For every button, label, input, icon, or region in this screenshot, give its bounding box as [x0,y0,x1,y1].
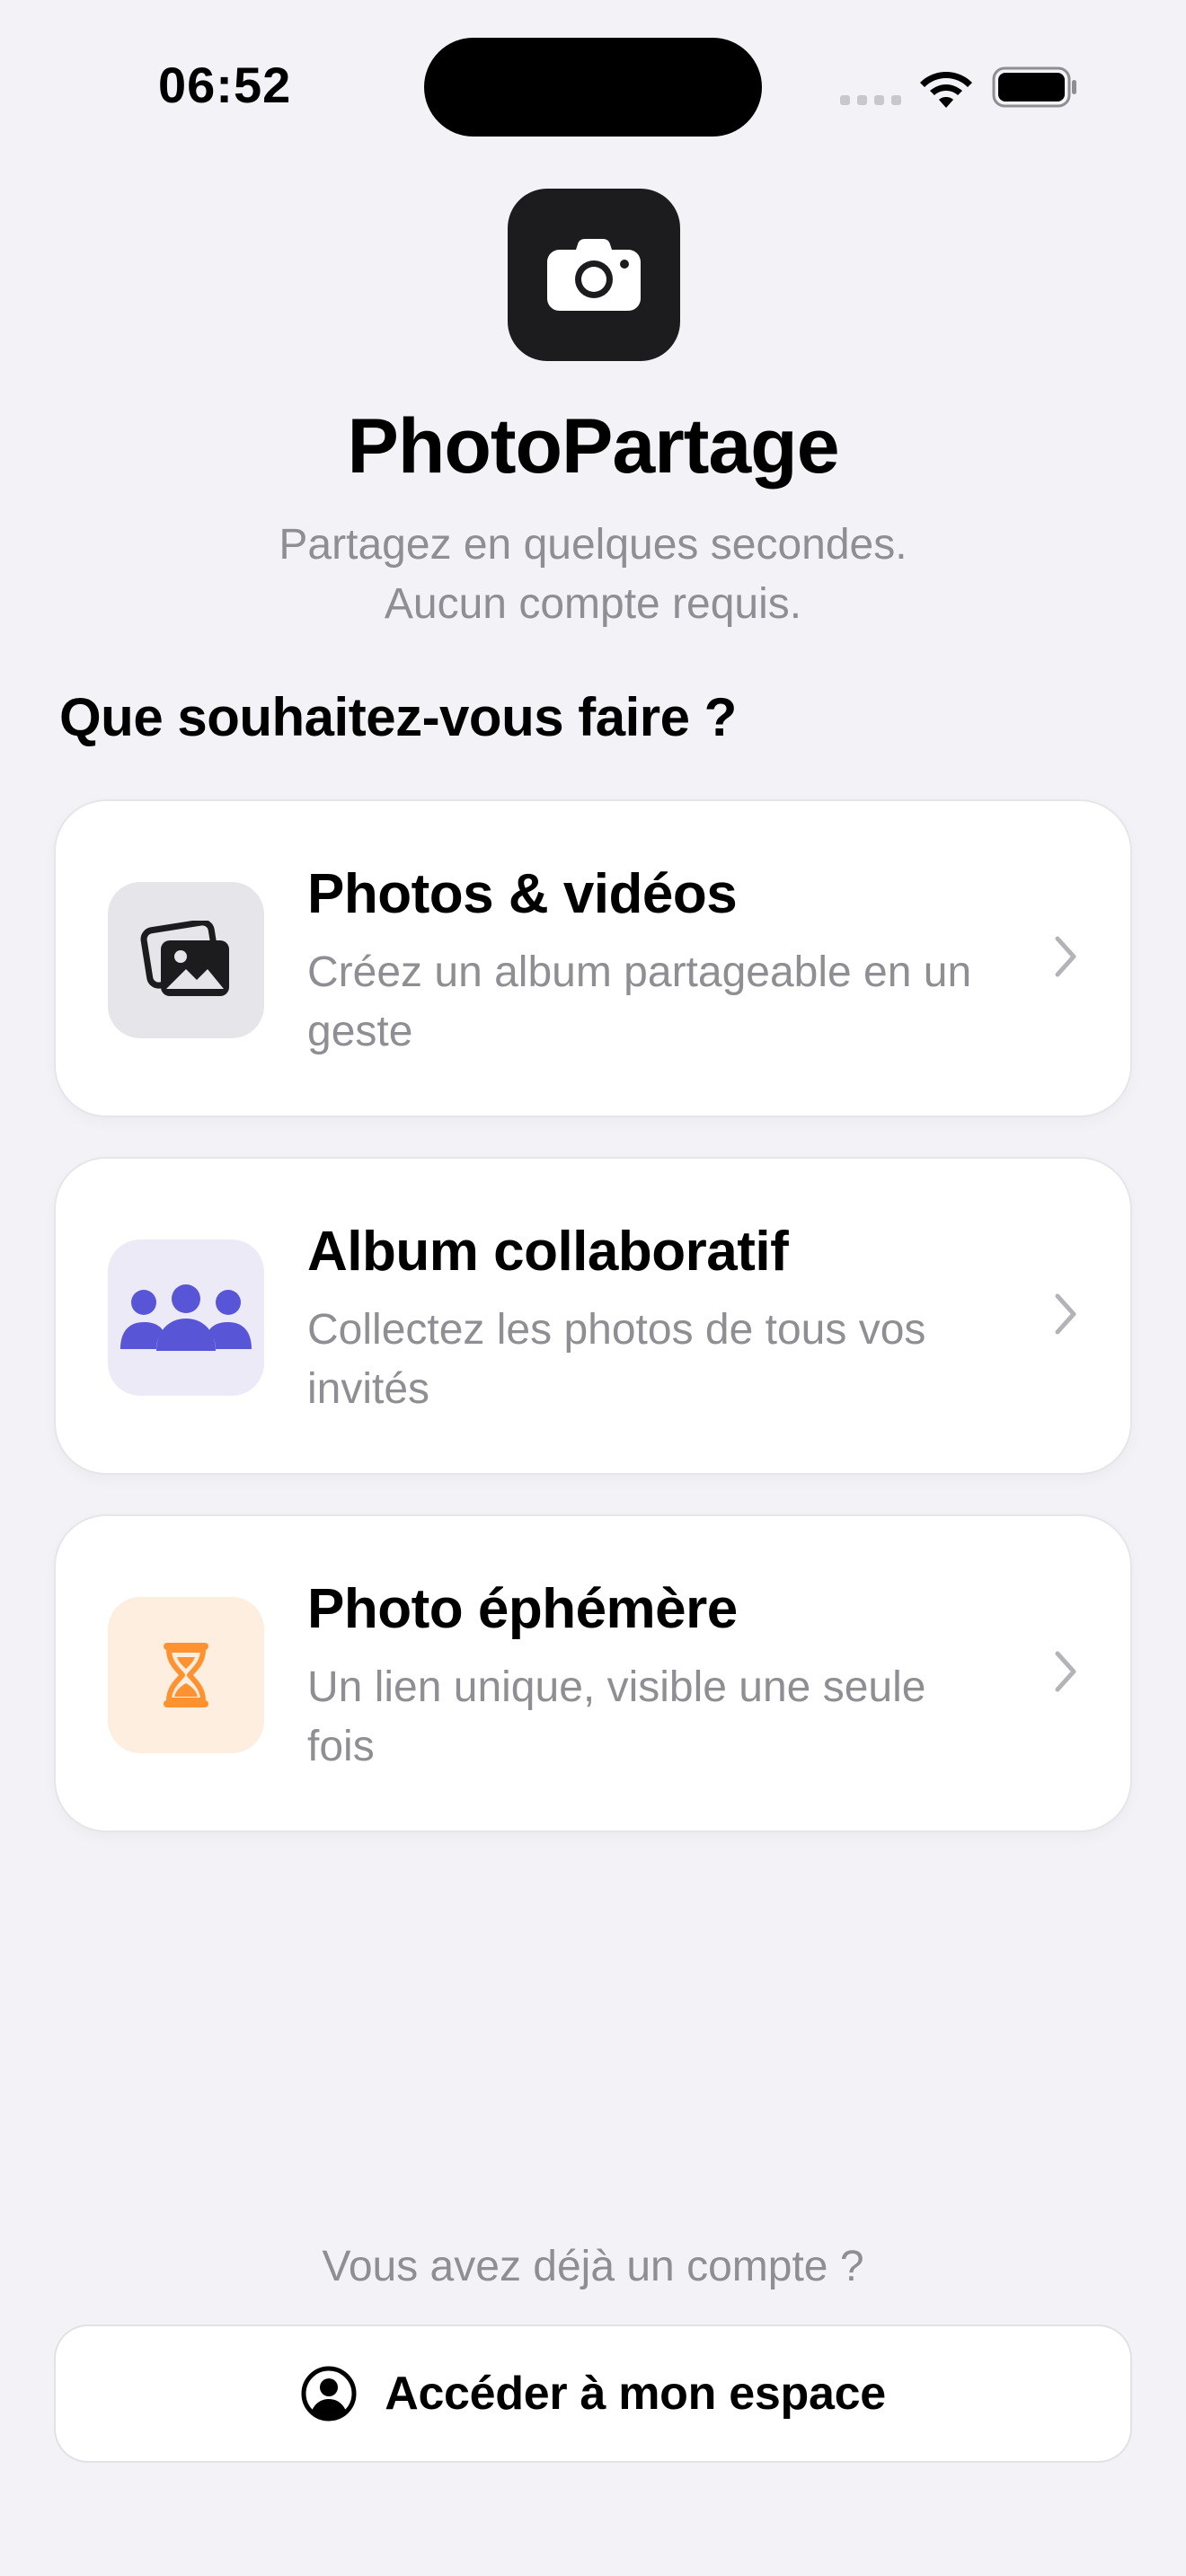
card-icon-box [108,1597,264,1753]
status-bar: 06:52 [0,0,1186,171]
chevron-right-icon [1055,936,1076,977]
option-card-photo-ephemere[interactable]: Photo éphémère Un lien unique, visible u… [56,1516,1130,1831]
card-icon-box [108,1239,264,1396]
status-time: 06:52 [158,57,292,113]
battery-icon [992,66,1076,108]
app-subtitle: Partagez en quelques secondes. Aucun com… [0,516,1186,634]
subtitle-line-1: Partagez en quelques secondes. [279,521,907,569]
dynamic-island [424,38,762,137]
card-icon-box [108,882,264,1038]
chevron-right-icon [1055,1651,1076,1692]
signal-icon [840,95,901,105]
access-account-button[interactable]: Accéder à mon espace [56,2326,1130,2461]
account-question: Vous avez déjà un compte ? [322,2243,864,2290]
card-description: Collectez les photos de tous vos invités [307,1306,926,1413]
card-title: Photo éphémère [307,1578,738,1640]
option-card-album-collaboratif[interactable]: Album collaboratif Collectez les photos … [56,1159,1130,1473]
option-card-photos-videos[interactable]: Photos & vidéos Créez un album partageab… [56,801,1130,1116]
card-description: Un lien unique, visible une seule fois [307,1663,926,1770]
camera-icon [547,239,641,311]
wifi-icon [920,72,972,108]
chevron-right-icon [1055,1293,1076,1335]
card-description: Créez un album partageable en un geste [307,948,972,1055]
person-circle-icon [301,2366,357,2422]
card-title: Photos & vidéos [307,863,738,925]
app-title: PhotoPartage [347,403,839,490]
subtitle-line-2: Aucun compte requis. [384,580,802,628]
hourglass-icon [164,1643,208,1707]
access-account-label: Accéder à mon espace [385,2368,886,2420]
app-icon [508,189,680,361]
section-heading: Que souhaitez-vous faire ? [59,687,737,747]
card-title: Album collaboratif [307,1221,789,1283]
group-people-icon [120,1284,252,1351]
photos-stack-icon [140,921,229,996]
